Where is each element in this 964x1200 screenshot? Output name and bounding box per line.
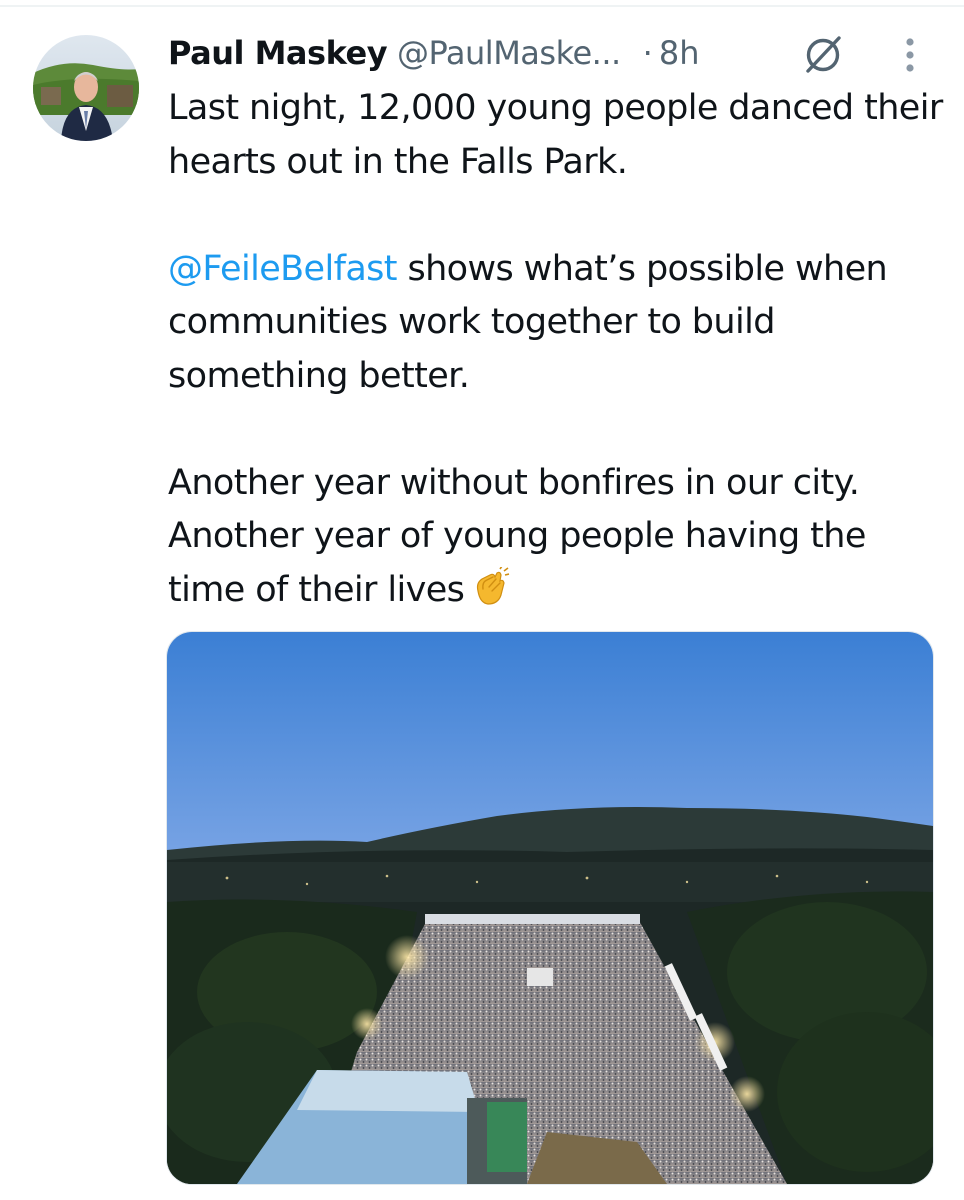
aerial-concert-crowd-icon: [167, 632, 933, 1184]
header-separator: ·: [642, 34, 653, 72]
tweet-paragraph-2: @FeileBelfast shows what’s possible when…: [168, 243, 948, 404]
mention-link[interactable]: @FeileBelfast: [168, 249, 398, 289]
tweet-paragraph-3-line-2: Another year of young people having the …: [168, 510, 948, 617]
avatar-photo-icon: [33, 35, 139, 141]
tweet-body: Last night, 12,000 young people danced t…: [168, 82, 948, 617]
tweet-photo[interactable]: [166, 631, 934, 1185]
clapping-hands-icon: [477, 566, 510, 605]
more-options-icon[interactable]: [895, 34, 925, 78]
tweet-timestamp[interactable]: 8h: [659, 34, 700, 72]
author-display-name[interactable]: Paul Maskey: [168, 34, 388, 72]
top-divider: [0, 5, 964, 7]
tweet-paragraph-3-line-1: Another year without bonfires in our cit…: [168, 462, 860, 503]
tweet-paragraph-3-line-2-text: Another year of young people having the …: [168, 516, 866, 610]
grok-icon[interactable]: [800, 31, 846, 77]
author-handle[interactable]: @PaulMaske...: [397, 34, 621, 72]
author-avatar[interactable]: [33, 35, 139, 141]
tweet-paragraph-1: Last night, 12,000 young people danced t…: [168, 88, 943, 182]
